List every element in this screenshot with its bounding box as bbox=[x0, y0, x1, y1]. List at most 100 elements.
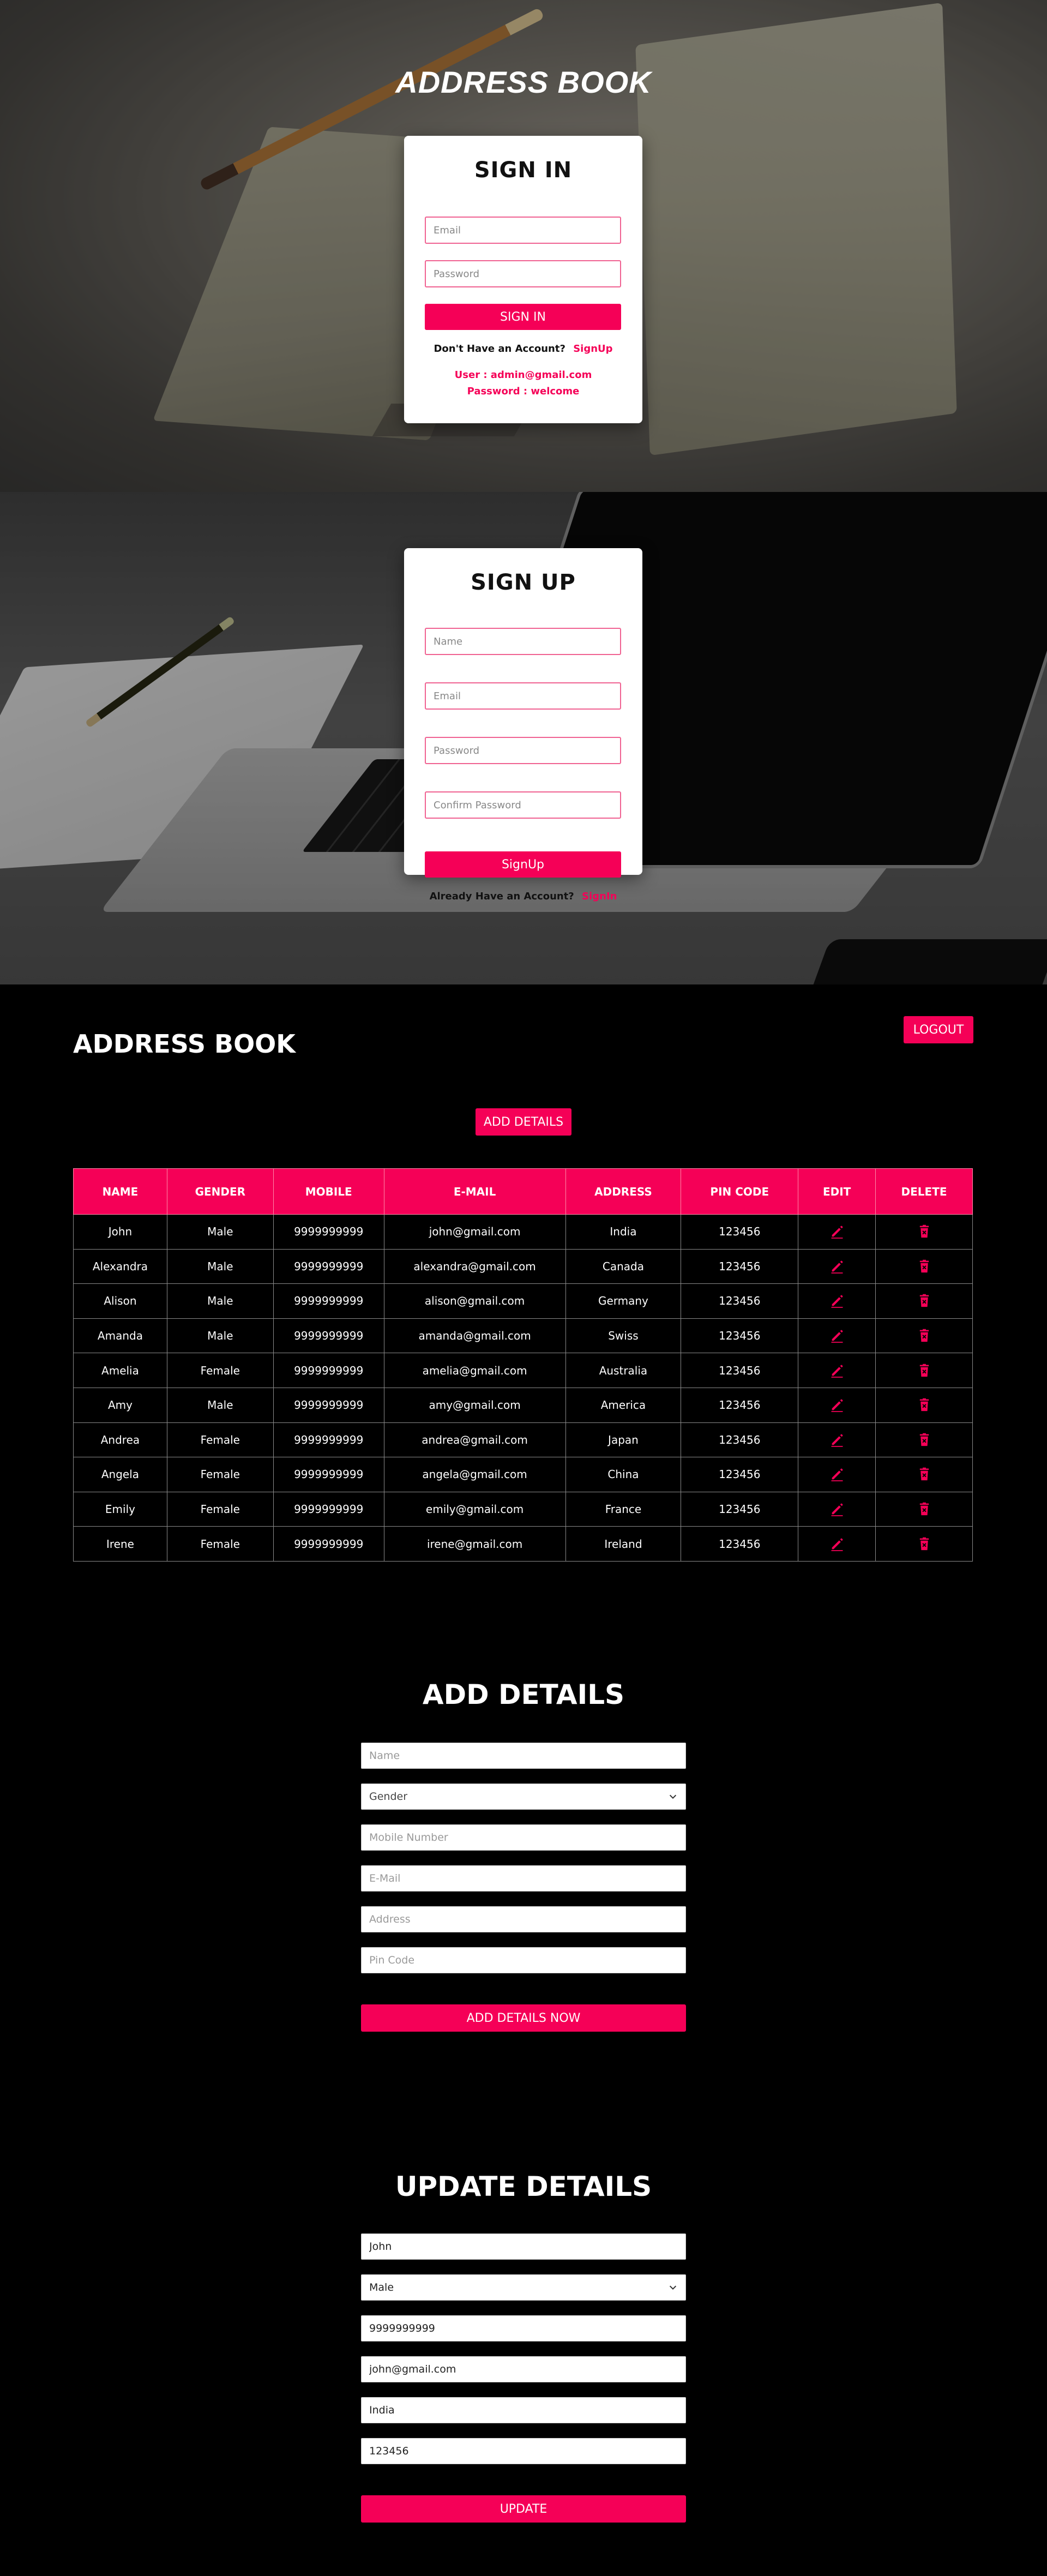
table-row: Irene Female 9999999999 irene@gmail.com Irel… bbox=[73, 1526, 973, 1562]
table-cell: Ireland bbox=[565, 1526, 682, 1562]
table-cell: Amanda bbox=[73, 1318, 167, 1354]
table-cell: 9999999999 bbox=[273, 1387, 384, 1423]
edit-pencil-icon[interactable] bbox=[829, 1397, 845, 1413]
add-gender-select[interactable]: Gender bbox=[361, 1784, 686, 1810]
add-address-input[interactable] bbox=[361, 1906, 686, 1932]
table-cell: Emily bbox=[73, 1491, 167, 1527]
table-cell: amanda@gmail.com bbox=[383, 1318, 566, 1354]
signup-button[interactable]: SignUp bbox=[425, 851, 621, 878]
edit-pencil-icon[interactable] bbox=[829, 1328, 845, 1343]
delete-trash-icon[interactable] bbox=[917, 1502, 932, 1517]
table-row: Alexandra Male 9999999999 alexandra@gmail.c… bbox=[73, 1248, 973, 1284]
delete-trash-icon[interactable] bbox=[917, 1432, 932, 1448]
column-header: MOBILE bbox=[273, 1168, 384, 1215]
edit-pencil-icon[interactable] bbox=[829, 1502, 845, 1517]
table-cell: 123456 bbox=[681, 1283, 799, 1319]
table-row: Amy Male 9999999999 amy@gmail.com America 123… bbox=[73, 1387, 973, 1423]
table-cell: India bbox=[565, 1214, 682, 1250]
update-pincode-input[interactable] bbox=[361, 2438, 686, 2464]
update-name-input[interactable] bbox=[361, 2233, 686, 2260]
chevron-down-icon bbox=[669, 1794, 677, 1799]
delete-cell bbox=[875, 1422, 973, 1458]
update-gender-select[interactable]: Male bbox=[361, 2274, 686, 2301]
edit-cell bbox=[798, 1526, 876, 1562]
column-header: NAME bbox=[73, 1168, 167, 1215]
signin-link[interactable]: SignIn bbox=[582, 891, 617, 902]
delete-cell bbox=[875, 1457, 973, 1492]
column-header: ADDRESS bbox=[565, 1168, 682, 1215]
add-email-input[interactable] bbox=[361, 1865, 686, 1892]
table-cell: emily@gmail.com bbox=[383, 1491, 566, 1527]
table-cell: America bbox=[565, 1387, 682, 1423]
delete-trash-icon[interactable] bbox=[917, 1224, 932, 1239]
signin-button[interactable]: SIGN IN bbox=[425, 304, 621, 330]
table-cell: amy@gmail.com bbox=[383, 1387, 566, 1423]
signup-prompt-text: Don't Have an Account? bbox=[434, 343, 565, 355]
delete-trash-icon[interactable] bbox=[917, 1328, 932, 1343]
signup-link[interactable]: SignUp bbox=[573, 343, 612, 355]
delete-trash-icon[interactable] bbox=[917, 1259, 932, 1274]
delete-trash-icon[interactable] bbox=[917, 1293, 932, 1308]
edit-cell bbox=[798, 1248, 876, 1284]
delete-cell bbox=[875, 1318, 973, 1354]
chevron-down-icon bbox=[669, 2285, 677, 2290]
edit-cell bbox=[798, 1214, 876, 1250]
edit-pencil-icon[interactable] bbox=[829, 1259, 845, 1274]
table-row: Andrea Female 9999999999 andrea@gmail.com Ja… bbox=[73, 1422, 973, 1458]
edit-pencil-icon[interactable] bbox=[829, 1432, 845, 1448]
signup-confirm-password-input[interactable] bbox=[425, 791, 621, 819]
signup-prompt: Don't Have an Account? SignUp bbox=[404, 343, 642, 355]
signup-password-input[interactable] bbox=[425, 737, 621, 764]
delete-cell bbox=[875, 1491, 973, 1527]
delete-trash-icon[interactable] bbox=[917, 1363, 932, 1378]
address-book-title: ADDRESS BOOK bbox=[73, 1029, 296, 1059]
update-details-heading: UPDATE DETAILS bbox=[395, 2171, 652, 2202]
edit-pencil-icon[interactable] bbox=[829, 1363, 845, 1378]
delete-trash-icon[interactable] bbox=[917, 1536, 932, 1552]
edit-pencil-icon[interactable] bbox=[829, 1467, 845, 1482]
add-details-now-button[interactable]: ADD DETAILS NOW bbox=[361, 2004, 686, 2032]
signup-name-input[interactable] bbox=[425, 628, 621, 655]
signin-section: ADDRESS BOOK SIGN IN SIGN IN Don't Have … bbox=[0, 0, 1047, 492]
delete-cell bbox=[875, 1526, 973, 1562]
add-details-button[interactable]: ADD DETAILS bbox=[476, 1108, 571, 1136]
delete-trash-icon[interactable] bbox=[917, 1397, 932, 1413]
table-cell: 9999999999 bbox=[273, 1491, 384, 1527]
table-cell: Male bbox=[166, 1248, 274, 1284]
edit-pencil-icon[interactable] bbox=[829, 1224, 845, 1239]
table-cell: Irene bbox=[73, 1526, 167, 1562]
table-cell: Female bbox=[166, 1491, 274, 1527]
signin-email-input[interactable] bbox=[425, 217, 621, 244]
table-cell: 9999999999 bbox=[273, 1214, 384, 1250]
logout-button[interactable]: LOGOUT bbox=[904, 1016, 973, 1043]
update-mobile-input[interactable] bbox=[361, 2315, 686, 2341]
add-mobile-input[interactable] bbox=[361, 1824, 686, 1851]
table-cell: angela@gmail.com bbox=[383, 1457, 566, 1492]
edit-pencil-icon[interactable] bbox=[829, 1536, 845, 1552]
table-cell: 123456 bbox=[681, 1491, 799, 1527]
update-gender-value: Male bbox=[369, 2281, 394, 2293]
column-header: E-MAIL bbox=[383, 1168, 566, 1215]
signup-card: SIGN UP SignUp Already Have an Account? … bbox=[404, 548, 642, 902]
table-cell: 9999999999 bbox=[273, 1283, 384, 1319]
signin-prompt-text: Already Have an Account? bbox=[429, 891, 574, 902]
table-cell: Amelia bbox=[73, 1353, 167, 1388]
add-pincode-input[interactable] bbox=[361, 1947, 686, 1973]
delete-cell bbox=[875, 1283, 973, 1319]
update-button[interactable]: UPDATE bbox=[361, 2495, 686, 2523]
delete-trash-icon[interactable] bbox=[917, 1467, 932, 1482]
edit-pencil-icon[interactable] bbox=[829, 1293, 845, 1308]
signup-section: SIGN UP SignUp Already Have an Account? … bbox=[0, 492, 1047, 984]
signin-password-input[interactable] bbox=[425, 260, 621, 287]
delete-cell bbox=[875, 1214, 973, 1250]
column-header: EDIT bbox=[798, 1168, 876, 1215]
signin-heading: SIGN IN bbox=[474, 158, 573, 183]
add-name-input[interactable] bbox=[361, 1743, 686, 1769]
table-cell: John bbox=[73, 1214, 167, 1250]
update-email-input[interactable] bbox=[361, 2356, 686, 2382]
table-cell: 123456 bbox=[681, 1387, 799, 1423]
table-cell: 123456 bbox=[681, 1526, 799, 1562]
update-address-input[interactable] bbox=[361, 2397, 686, 2423]
table-cell: Female bbox=[166, 1457, 274, 1492]
signup-email-input[interactable] bbox=[425, 682, 621, 710]
